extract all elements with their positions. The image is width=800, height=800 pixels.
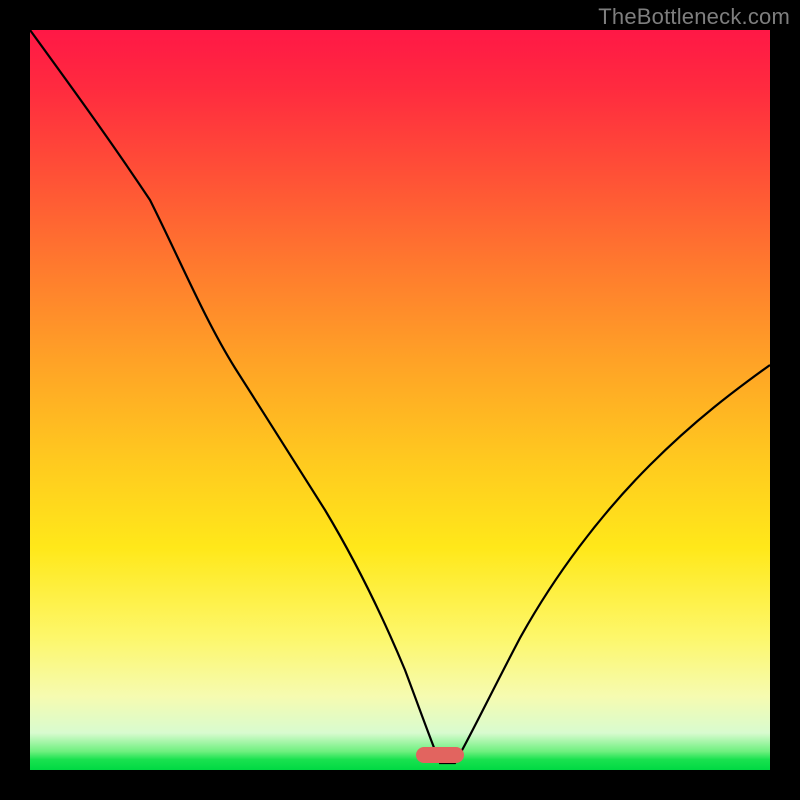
watermark-text: TheBottleneck.com (598, 4, 790, 30)
bottleneck-curve (30, 30, 770, 770)
plot-area (30, 30, 770, 770)
outer-frame: TheBottleneck.com (0, 0, 800, 800)
optimal-marker (416, 747, 464, 763)
